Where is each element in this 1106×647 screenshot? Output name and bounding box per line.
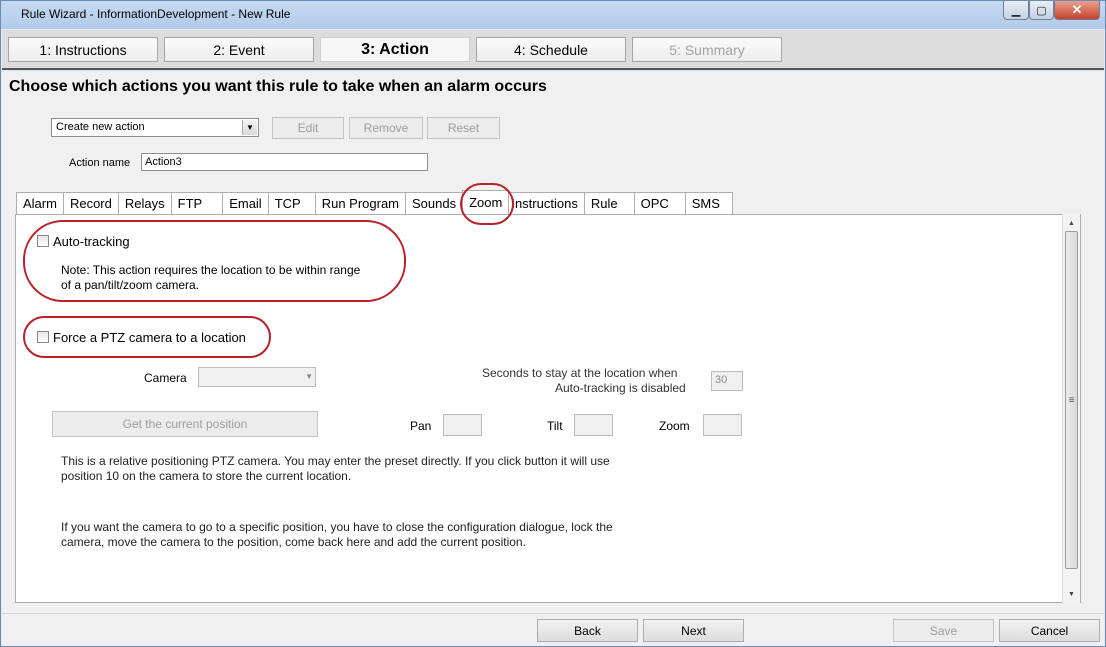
maximize-button[interactable]: ▢ <box>1029 1 1054 20</box>
pan-input[interactable] <box>443 414 482 436</box>
tab-ftp[interactable]: FTP <box>170 192 223 214</box>
tab-run-program[interactable]: Run Program <box>314 192 406 214</box>
zoom-label: Zoom <box>659 419 690 433</box>
get-current-position-button[interactable]: Get the current position <box>52 411 318 437</box>
tab-sounds[interactable]: Sounds <box>405 192 463 214</box>
tab-record[interactable]: Record <box>62 192 118 214</box>
tab-tcp[interactable]: TCP <box>267 192 315 214</box>
action-select[interactable]: Create new action ▼ <box>51 118 259 137</box>
step-event[interactable]: 2: Event <box>164 37 314 62</box>
tab-alarm[interactable]: Alarm <box>16 192 63 214</box>
cancel-button[interactable]: Cancel <box>999 619 1100 642</box>
ptz-instructions-line2: camera, move the camera to the position,… <box>61 535 526 549</box>
minimize-icon: ▁ <box>1011 4 1021 17</box>
minimize-button[interactable]: ▁ <box>1003 1 1029 20</box>
tab-instructions[interactable]: Instructions <box>508 192 584 214</box>
ptz-instructions-line1: If you want the camera to go to a specif… <box>61 520 613 534</box>
highlight-oval-zoom-tab <box>460 183 514 225</box>
grip-icon: ≡ <box>1068 394 1075 406</box>
tab-rule[interactable]: Rule <box>583 192 634 214</box>
ptz-info-line2: position 10 on the camera to store the c… <box>61 469 352 483</box>
edit-button[interactable]: Edit <box>272 117 344 139</box>
scroll-thumb[interactable]: ≡ <box>1065 231 1078 569</box>
title-bar: Rule Wizard - InformationDevelopment - N… <box>1 1 1105 29</box>
seconds-label-line1: Seconds to stay at the location when <box>482 366 678 380</box>
chevron-down-icon: ▼ <box>305 372 313 381</box>
tilt-input[interactable] <box>574 414 613 436</box>
step-action[interactable]: 3: Action <box>320 37 470 62</box>
action-select-value: Create new action <box>56 121 145 133</box>
wizard-steps: 1: Instructions 2: Event 3: Action 4: Sc… <box>2 30 1104 70</box>
tab-email[interactable]: Email <box>222 192 268 214</box>
next-button[interactable]: Next <box>643 619 744 642</box>
action-name-input[interactable]: Action3 <box>141 153 428 171</box>
back-button[interactable]: Back <box>537 619 638 642</box>
highlight-oval-auto-tracking <box>23 220 406 302</box>
step-instructions[interactable]: 1: Instructions <box>8 37 158 62</box>
reset-button[interactable]: Reset <box>427 117 500 139</box>
ptz-info-line1: This is a relative positioning PTZ camer… <box>61 454 610 468</box>
action-name-label: Action name <box>69 157 131 169</box>
tab-relays[interactable]: Relays <box>117 192 171 214</box>
save-button[interactable]: Save <box>893 619 994 642</box>
window-title: Rule Wizard - InformationDevelopment - N… <box>21 7 291 21</box>
tilt-label: Tilt <box>547 419 563 433</box>
action-panel: Choose which actions you want this rule … <box>2 71 1104 613</box>
seconds-input[interactable]: 30 <box>711 371 743 391</box>
zoom-input[interactable] <box>703 414 742 436</box>
rule-wizard-window: Rule Wizard - InformationDevelopment - N… <box>0 0 1106 647</box>
tab-sms[interactable]: SMS <box>684 192 733 214</box>
maximize-icon: ▢ <box>1036 4 1047 17</box>
camera-select[interactable]: ▼ <box>198 367 316 387</box>
vertical-scrollbar[interactable]: ▲ ≡ ▼ <box>1062 214 1080 603</box>
chevron-down-icon: ▼ <box>242 120 257 135</box>
scroll-down-icon[interactable]: ▼ <box>1063 587 1080 601</box>
close-icon: ✕ <box>1071 2 1083 17</box>
seconds-label-line2: Auto-tracking is disabled <box>555 381 686 395</box>
scroll-up-icon[interactable]: ▲ <box>1063 216 1080 230</box>
remove-button[interactable]: Remove <box>349 117 423 139</box>
highlight-oval-force-ptz <box>23 316 271 358</box>
camera-label: Camera <box>144 371 187 385</box>
step-schedule[interactable]: 4: Schedule <box>476 37 626 62</box>
step-summary: 5: Summary <box>632 37 782 62</box>
close-button[interactable]: ✕ <box>1054 1 1100 20</box>
zoom-tab-content: Auto-tracking Note: This action requires… <box>15 214 1081 603</box>
page-title: Choose which actions you want this rule … <box>9 78 547 95</box>
action-type-tabs: Alarm Record Relays FTP Email TCP Run Pr… <box>16 190 733 214</box>
pan-label: Pan <box>410 419 432 433</box>
wizard-footer: Back Next Save Cancel <box>2 613 1104 646</box>
tab-opc[interactable]: OPC <box>633 192 685 214</box>
